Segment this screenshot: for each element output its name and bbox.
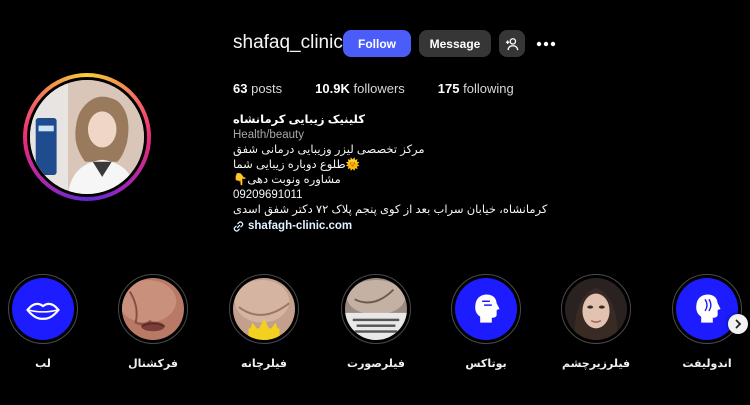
bio-line-1: مرکز تخصصی لیزر وزیبایی درمانی شفق bbox=[233, 144, 425, 156]
face-filler-image bbox=[345, 278, 407, 340]
more-options-button[interactable] bbox=[533, 33, 559, 55]
posts-count: 63 bbox=[233, 81, 248, 96]
bio-line-2: طلوع دوباره زیبایی شما🌞 bbox=[233, 159, 360, 171]
profile-bio: کلینیک زیبایی کرمانشاه Health/beauty مرک… bbox=[233, 113, 573, 234]
highlight-chin-filler[interactable]: فیلرچانه bbox=[225, 274, 303, 370]
add-user-icon bbox=[505, 37, 519, 50]
highlight-botox[interactable]: بوتاکس bbox=[447, 274, 525, 370]
followers-stat[interactable]: 10.9K followers bbox=[315, 81, 405, 96]
bio-phone: 09209691011 bbox=[233, 189, 303, 201]
more-options-icon bbox=[536, 41, 556, 47]
bio-address: کرمانشاه، خیابان سراب بعد از کوی پنجم پل… bbox=[233, 204, 548, 216]
highlight-label: لب bbox=[35, 358, 51, 370]
profile-stats: 63 posts 10.9K followers 175 following bbox=[233, 81, 547, 96]
following-count: 175 bbox=[437, 81, 460, 96]
head-profile-icon bbox=[676, 278, 738, 340]
highlight-label: فیلرزیرچشم bbox=[561, 358, 631, 370]
highlight-lip[interactable]: لب bbox=[4, 274, 82, 370]
profile-photo bbox=[30, 80, 144, 194]
highlight-label: بوتاکس bbox=[465, 358, 507, 370]
highlight-label: فرکشنال bbox=[128, 358, 178, 370]
chin-filler-image bbox=[233, 278, 295, 340]
suggest-user-button[interactable] bbox=[499, 30, 525, 57]
highlight-face-filler[interactable]: فیلرصورت bbox=[337, 274, 415, 370]
profile-avatar[interactable] bbox=[23, 73, 151, 201]
following-label: following bbox=[463, 81, 514, 96]
posts-stat: 63 posts bbox=[233, 81, 282, 96]
highlight-label: فیلرصورت bbox=[347, 358, 405, 370]
following-stat[interactable]: 175 following bbox=[438, 81, 514, 96]
highlight-fractional[interactable]: فرکشنال bbox=[114, 274, 192, 370]
followers-label: followers bbox=[353, 81, 405, 96]
bio-line-3: 👇مشاوره ونوبت دهی bbox=[233, 174, 341, 186]
bio-category: Health/beauty bbox=[233, 129, 304, 141]
link-icon bbox=[233, 221, 244, 232]
highlight-label: فیلرچانه bbox=[241, 358, 287, 370]
chevron-right-icon bbox=[735, 319, 742, 329]
posts-label: posts bbox=[251, 81, 283, 96]
face-closeup-image bbox=[122, 278, 184, 340]
follow-button[interactable]: Follow bbox=[343, 30, 411, 57]
bio-link[interactable]: shafagh-clinic.com bbox=[233, 219, 573, 234]
lips-icon bbox=[12, 278, 74, 340]
bio-link-text: shafagh-clinic.com bbox=[248, 220, 353, 232]
followers-count: 10.9K bbox=[315, 81, 350, 96]
bio-name: کلینیک زیبایی کرمانشاه bbox=[233, 114, 365, 126]
username: shafaq_clinic bbox=[233, 32, 343, 53]
highlights-next-button[interactable] bbox=[728, 314, 748, 334]
highlight-label: اندولیفت bbox=[682, 358, 732, 370]
portrait-image bbox=[565, 278, 627, 340]
head-profile-icon bbox=[455, 278, 517, 340]
message-button[interactable]: Message bbox=[419, 30, 491, 57]
highlight-under-eye-filler[interactable]: فیلرزیرچشم bbox=[557, 274, 635, 370]
